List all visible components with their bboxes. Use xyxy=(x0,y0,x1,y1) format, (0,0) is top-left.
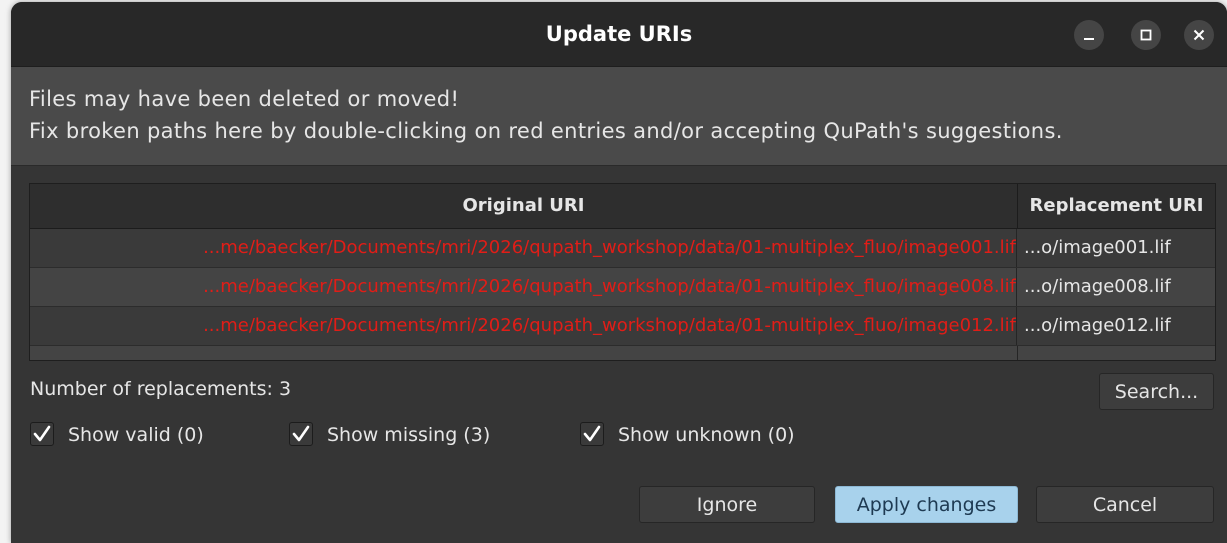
close-button[interactable] xyxy=(1184,20,1214,50)
original-uri-cell[interactable]: ...me/baecker/Documents/mri/2026/qupath_… xyxy=(30,229,1017,267)
cancel-button[interactable]: Cancel xyxy=(1036,486,1214,523)
show-valid-checkbox[interactable]: Show valid (0) xyxy=(30,420,230,450)
checkmark-icon xyxy=(292,425,310,442)
replacement-uri-cell[interactable]: ...o/image001.lif xyxy=(1018,229,1215,267)
table-row[interactable]: ...me/baecker/Documents/mri/2026/qupath_… xyxy=(30,268,1215,307)
info-header: Files may have been deleted or moved! Fi… xyxy=(11,67,1227,166)
replacement-uri-cell[interactable]: ...o/image008.lif xyxy=(1018,268,1215,306)
window-title: Update URIs xyxy=(545,22,693,46)
checkbox-label[interactable]: Show valid (0) xyxy=(68,420,204,450)
maximize-icon xyxy=(1140,29,1152,41)
search-button[interactable]: Search... xyxy=(1099,373,1214,410)
close-icon xyxy=(1193,29,1205,41)
info-line-2: Fix broken paths here by double-clicking… xyxy=(29,119,1063,143)
info-line-1: Files may have been deleted or moved! xyxy=(29,87,460,111)
minimize-button[interactable] xyxy=(1074,20,1104,50)
ignore-button[interactable]: Ignore xyxy=(639,486,815,523)
original-uri-cell[interactable]: ...me/baecker/Documents/mri/2026/qupath_… xyxy=(30,268,1017,306)
table-row[interactable]: ...me/baecker/Documents/mri/2026/qupath_… xyxy=(30,307,1215,346)
show-unknown-checkbox[interactable]: Show unknown (0) xyxy=(580,420,830,450)
checkmark-icon xyxy=(33,425,51,442)
checkmark-icon xyxy=(583,425,601,442)
show-missing-checkbox[interactable]: Show missing (3) xyxy=(289,420,529,450)
title-bar: Update URIs xyxy=(11,2,1227,67)
uri-table: Original URI Replacement URI ...me/baeck… xyxy=(29,183,1216,361)
checkbox-box[interactable] xyxy=(289,422,313,446)
table-empty-area xyxy=(30,346,1215,360)
minimize-icon xyxy=(1084,38,1094,40)
column-divider xyxy=(1017,346,1018,360)
maximize-button[interactable] xyxy=(1131,20,1161,50)
checkbox-box[interactable] xyxy=(30,422,54,446)
update-uris-dialog: Update URIs Files may have been deleted … xyxy=(11,2,1227,543)
column-header-replacement-uri[interactable]: Replacement URI xyxy=(1018,184,1215,228)
original-uri-cell[interactable]: ...me/baecker/Documents/mri/2026/qupath_… xyxy=(30,307,1017,345)
table-row[interactable]: ...me/baecker/Documents/mri/2026/qupath_… xyxy=(30,229,1215,268)
replacement-uri-cell[interactable]: ...o/image012.lif xyxy=(1018,307,1215,345)
apply-changes-button[interactable]: Apply changes xyxy=(835,486,1018,523)
checkbox-label[interactable]: Show unknown (0) xyxy=(618,420,795,450)
table-header: Original URI Replacement URI xyxy=(30,184,1215,229)
column-header-original-uri[interactable]: Original URI xyxy=(30,184,1018,228)
checkbox-label[interactable]: Show missing (3) xyxy=(327,420,490,450)
replacement-count: Number of replacements: 3 xyxy=(30,378,292,400)
checkbox-box[interactable] xyxy=(580,422,604,446)
